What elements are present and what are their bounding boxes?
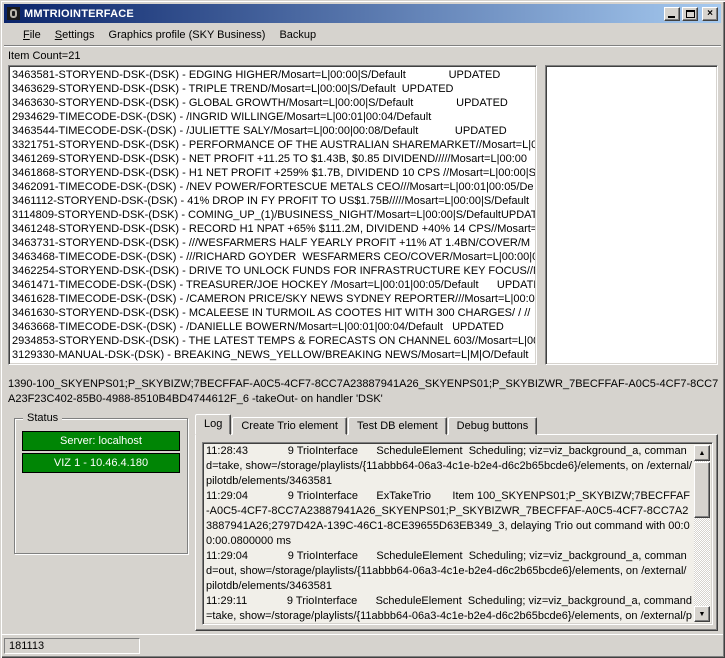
maximize-button[interactable] [682, 7, 698, 21]
app-window: MMTRIOINTERFACE × File Settings Graphics… [0, 0, 725, 658]
log-entry: 11:28:43 9 TrioInterface ScheduleElement… [206, 444, 692, 489]
list-item[interactable]: 3461628-TIMECODE-DSK-(DSK) - /CAMERON PR… [12, 292, 535, 306]
title-bar[interactable]: MMTRIOINTERFACE × [4, 4, 721, 23]
list-item[interactable]: 3114809-STORYEND-DSK-(DSK) - COMING_UP_(… [12, 208, 535, 222]
server-status-indicator: Server: localhost [22, 431, 180, 451]
list-item[interactable]: 3463581-STORYEND-DSK-(DSK) - EDGING HIGH… [12, 68, 535, 82]
maximize-icon [686, 10, 695, 18]
playlist-listbox[interactable]: 3463581-STORYEND-DSK-(DSK) - EDGING HIGH… [8, 65, 537, 365]
viz1-status-indicator: VIZ 1 - 10.46.4.180 [22, 453, 180, 473]
list-item[interactable]: 3461630-STORYEND-DSK-(DSK) - MCALEESE IN… [12, 306, 535, 320]
tab-debug-buttons[interactable]: Debug buttons [448, 417, 538, 435]
preview-listbox[interactable] [545, 65, 718, 365]
list-item[interactable]: 3461868-STORYEND-DSK-(DSK) - H1 NET PROF… [12, 166, 535, 180]
minimize-icon [668, 16, 675, 18]
item-count-label: Item Count=21 [8, 50, 80, 62]
status-groupbox: Status Server: localhost VIZ 1 - 10.46.4… [14, 418, 188, 554]
log-entry: 11:29:11 9 TrioInterface ScheduleElement… [206, 594, 692, 625]
log-scrollbar[interactable]: ▲ ▼ [694, 445, 710, 622]
scroll-down-icon[interactable]: ▼ [694, 606, 710, 622]
list-item[interactable]: 2934629-TIMECODE-DSK-(DSK) - /INGRID WIL… [12, 110, 535, 124]
window-title: MMTRIOINTERFACE [24, 8, 662, 20]
tab-test-db-element[interactable]: Test DB element [348, 417, 447, 435]
status-group-legend: Status [23, 412, 62, 424]
list-item[interactable]: 3463544-TIMECODE-DSK-(DSK) - /JULIETTE S… [12, 124, 535, 138]
list-item[interactable]: 3462254-STORYEND-DSK-(DSK) - DRIVE TO UN… [12, 264, 535, 278]
log-tab-panel: 11:28:43 9 TrioInterface ScheduleElement… [195, 434, 718, 631]
list-item[interactable]: 3463731-STORYEND-DSK-(DSK) - ///WESFARME… [12, 236, 535, 250]
tab-strip: Log Create Trio element Test DB element … [195, 414, 538, 435]
log-textbox[interactable]: 11:28:43 9 TrioInterface ScheduleElement… [202, 442, 713, 625]
list-item[interactable]: 3321751-STORYEND-DSK-(DSK) - PERFORMANCE… [12, 138, 535, 152]
menu-item-backup[interactable]: Backup [272, 26, 323, 44]
list-item[interactable]: 3463468-TIMECODE-DSK-(DSK) - ///RICHARD … [12, 250, 535, 264]
list-item[interactable]: 3463668-TIMECODE-DSK-(DSK) - /DANIELLE B… [12, 320, 535, 334]
list-item[interactable]: 3463629-STORYEND-DSK-(DSK) - TRIPLE TREN… [12, 82, 535, 96]
list-item[interactable]: 3462091-TIMECODE-DSK-(DSK) - /NEV POWER/… [12, 180, 535, 194]
scroll-up-icon[interactable]: ▲ [694, 445, 710, 461]
status-bar: 181113 [2, 634, 723, 655]
list-item[interactable]: 3461471-TIMECODE-DSK-(DSK) - TREASURER/J… [12, 278, 535, 292]
list-item[interactable]: 3461248-STORYEND-DSK-(DSK) - RECORD H1 N… [12, 222, 535, 236]
handler-message: 1390-100_SKYENPS01;P_SKYBIZW;7BECFFAF-A0… [8, 377, 720, 407]
tab-create-trio-element[interactable]: Create Trio element [232, 417, 347, 435]
menu-item-graphics-profile[interactable]: Graphics profile (SKY Business) [102, 26, 273, 44]
tab-log[interactable]: Log [195, 414, 231, 435]
menu-item-file[interactable]: File [16, 26, 48, 44]
list-item[interactable]: 2934853-STORYEND-DSK-(DSK) - THE LATEST … [12, 334, 535, 348]
menu-bar: File Settings Graphics profile (SKY Busi… [4, 24, 721, 45]
app-icon [7, 7, 20, 20]
menu-item-settings[interactable]: Settings [48, 26, 102, 44]
list-item[interactable]: 3461269-STORYEND-DSK-(DSK) - NET PROFIT … [12, 152, 535, 166]
scrollbar-thumb[interactable] [694, 462, 710, 518]
list-item[interactable]: 3129330-MANUAL-DSK-(DSK) - BREAKING_NEWS… [12, 348, 535, 362]
log-entry: 11:29:04 9 TrioInterface ExTakeTrio Item… [206, 489, 692, 549]
log-entry: 11:29:04 9 TrioInterface ScheduleElement… [206, 549, 692, 594]
minimize-button[interactable] [664, 7, 680, 21]
list-item[interactable]: 3461112-STORYEND-DSK-(DSK) - 41% DROP IN… [12, 194, 535, 208]
close-button[interactable]: × [702, 7, 718, 21]
close-icon: × [707, 9, 713, 19]
list-item[interactable]: 3463630-STORYEND-DSK-(DSK) - GLOBAL GROW… [12, 96, 535, 110]
status-bar-value: 181113 [4, 638, 140, 654]
menu-separator [4, 45, 721, 47]
